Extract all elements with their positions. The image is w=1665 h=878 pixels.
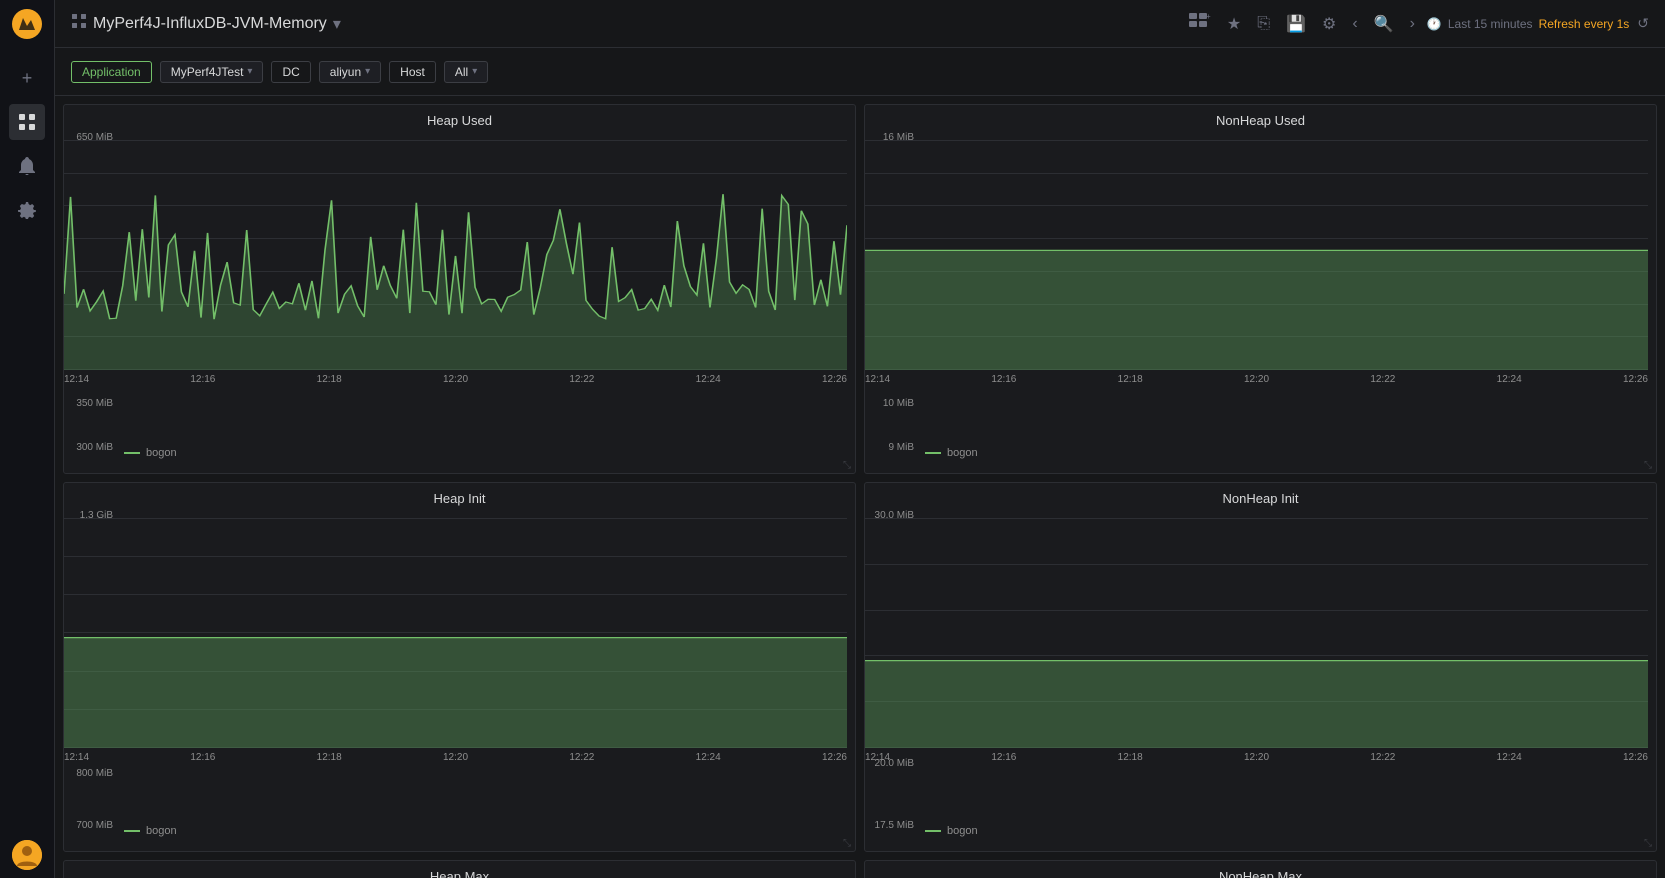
panel-body: 1.3 GiB1.2 GiB1.1 GiB1000 MiB900 MiB800 … xyxy=(64,510,855,851)
legend: bogon xyxy=(64,443,847,465)
topbar-actions: + ★ ⎘ 💾 ⚙ ‹ 🔍 › 🕐 Last 15 minutes Refres… xyxy=(1185,9,1649,38)
add-panel-btn[interactable]: + xyxy=(1185,9,1215,38)
sidebar-item-gear[interactable] xyxy=(9,192,45,228)
dashboard-title: MyPerf4J-InfluxDB-JVM-Memory xyxy=(93,15,327,33)
time-range-label: Last 15 minutes xyxy=(1448,17,1533,31)
nav-right-btn[interactable]: › xyxy=(1406,11,1419,37)
x-axis: 12:1412:1612:1812:2012:2212:2412:26 xyxy=(865,370,1648,390)
legend: bogon xyxy=(865,821,1648,843)
panel-nonheap-used: NonHeap Used 16 MiB15 MiB14 MiB13 MiB12 … xyxy=(864,104,1657,474)
panel-heap-used: Heap Used 650 MiB600 MiB550 MiB500 MiB45… xyxy=(63,104,856,474)
panel-title: Heap Used xyxy=(64,105,855,132)
host-filter-dropdown[interactable]: All ▾ xyxy=(444,61,488,83)
x-axis: 12:1412:1612:1812:2012:2212:2412:26 xyxy=(865,748,1648,768)
panel-resize-handle[interactable]: ⤡ xyxy=(843,460,851,471)
panel-body: 16 MiB15 MiB14 MiB13 MiB12 MiB11 MiB10 M… xyxy=(865,132,1656,473)
panel-nonheap-init: NonHeap Init 30.0 MiB27.5 MiB25.0 MiB22.… xyxy=(864,482,1657,852)
host-filter-btn[interactable]: Host xyxy=(389,61,436,83)
panel-heap-init: Heap Init 1.3 GiB1.2 GiB1.1 GiB1000 MiB9… xyxy=(63,482,856,852)
chart-area xyxy=(64,140,847,370)
panel-resize-handle[interactable]: ⤡ xyxy=(843,838,851,849)
legend-line-icon xyxy=(925,830,941,832)
panel-body: 650 MiB600 MiB550 MiB500 MiB450 MiB400 M… xyxy=(64,132,855,473)
panel-body: 30.0 MiB27.5 MiB25.0 MiB22.5 MiB20.0 MiB… xyxy=(865,510,1656,851)
share-btn[interactable]: ⎘ xyxy=(1253,11,1274,37)
sidebar-item-plus[interactable]: + xyxy=(9,60,45,96)
panel-title: NonHeap Init xyxy=(865,483,1656,510)
filterbar: Application MyPerf4JTest ▾ DC aliyun ▾ H… xyxy=(55,48,1665,96)
app-filter-dropdown[interactable]: MyPerf4JTest ▾ xyxy=(160,61,264,83)
settings-btn[interactable]: ⚙ xyxy=(1318,10,1340,38)
grid-icon xyxy=(71,13,87,34)
panel-resize-handle[interactable]: ⤡ xyxy=(1644,838,1652,849)
chart-area xyxy=(865,140,1648,370)
legend-label: bogon xyxy=(947,825,978,837)
sidebar-item-apps[interactable] xyxy=(9,104,45,140)
panel-resize-handle[interactable]: ⤡ xyxy=(1644,460,1652,471)
dashboard-grid: Heap Used 650 MiB600 MiB550 MiB500 MiB45… xyxy=(55,96,1665,878)
nav-left-btn[interactable]: ‹ xyxy=(1348,11,1361,37)
panel-heap-max: Heap Max 1.3 GiB1.2 GiB1.1 GiB1000 MiB90… xyxy=(63,860,856,878)
panel-title: Heap Max xyxy=(64,861,855,878)
zoom-btn[interactable]: 🔍 xyxy=(1370,10,1398,38)
panel-title: NonHeap Max xyxy=(865,861,1656,878)
legend: bogon xyxy=(865,443,1648,465)
refresh-btn[interactable]: ↺ xyxy=(1637,15,1649,32)
chart-area xyxy=(865,518,1648,748)
clock-icon: 🕐 xyxy=(1427,17,1442,31)
time-range-info: 🕐 Last 15 minutes Refresh every 1s xyxy=(1427,17,1629,31)
legend: bogon xyxy=(64,821,847,843)
panel-title: NonHeap Used xyxy=(865,105,1656,132)
refresh-label: Refresh every 1s xyxy=(1539,17,1630,31)
panel-title: Heap Init xyxy=(64,483,855,510)
topbar: MyPerf4J-InfluxDB-JVM-Memory ▾ + ★ ⎘ 💾 ⚙… xyxy=(55,0,1665,48)
chevron-down-icon-3: ▾ xyxy=(472,66,477,77)
sidebar-bottom xyxy=(12,840,42,870)
save-btn[interactable]: 💾 xyxy=(1282,10,1310,38)
chart-area xyxy=(64,518,847,748)
chevron-down-icon-2: ▾ xyxy=(365,66,370,77)
legend-label: bogon xyxy=(146,447,177,459)
legend-line-icon xyxy=(124,830,140,832)
legend-label: bogon xyxy=(947,447,978,459)
svg-text:+: + xyxy=(1206,13,1211,21)
chevron-down-icon: ▾ xyxy=(247,66,252,77)
app-logo[interactable] xyxy=(11,8,43,40)
x-axis: 12:1412:1612:1812:2012:2212:2412:26 xyxy=(64,370,847,390)
title-chevron-icon: ▾ xyxy=(333,14,341,34)
sidebar-item-bell[interactable] xyxy=(9,148,45,184)
legend-label: bogon xyxy=(146,825,177,837)
panel-nonheap-max: NonHeap Max 180 MiB160 MiB140 MiB120 MiB… xyxy=(864,860,1657,878)
avatar[interactable] xyxy=(12,840,42,870)
main-content: MyPerf4J-InfluxDB-JVM-Memory ▾ + ★ ⎘ 💾 ⚙… xyxy=(55,0,1665,878)
legend-line-icon xyxy=(124,452,140,454)
topbar-title: MyPerf4J-InfluxDB-JVM-Memory ▾ xyxy=(71,13,1185,34)
sidebar: + xyxy=(0,0,55,878)
legend-line-icon xyxy=(925,452,941,454)
dc-filter-btn[interactable]: DC xyxy=(271,61,310,83)
x-axis: 12:1412:1612:1812:2012:2212:2412:26 xyxy=(64,748,847,768)
application-filter-label[interactable]: Application xyxy=(71,61,152,83)
star-btn[interactable]: ★ xyxy=(1223,10,1245,38)
dc-filter-dropdown[interactable]: aliyun ▾ xyxy=(319,61,381,83)
